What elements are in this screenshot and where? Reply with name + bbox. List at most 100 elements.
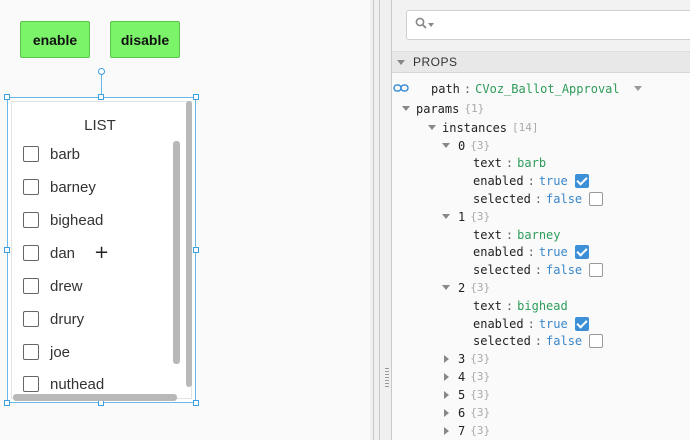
list-item[interactable]: drew — [23, 276, 83, 296]
instance-index: 2 — [458, 280, 466, 295]
list-item[interactable]: barb — [23, 144, 80, 164]
search-dropdown-caret-icon[interactable] — [428, 23, 434, 27]
enable-button[interactable]: enable — [20, 21, 90, 58]
horizontal-scrollbar[interactable] — [13, 394, 177, 401]
prop-selected[interactable]: selected : false — [473, 190, 604, 207]
prop-path[interactable]: path : CVoz_Ballot_Approval — [431, 80, 642, 97]
link-icon[interactable] — [393, 82, 409, 94]
enabled-checkbox[interactable] — [574, 173, 589, 188]
prop-params[interactable]: params {1} — [402, 100, 484, 117]
prop-count: {3} — [470, 281, 491, 294]
vertical-scrollbar-outer[interactable] — [186, 101, 192, 387]
splitter-grip[interactable] — [385, 368, 389, 388]
vertical-scrollbar-inner[interactable] — [173, 141, 180, 364]
instance-node[interactable]: 5 {3} — [444, 386, 490, 403]
instance-node[interactable]: 1 {3} — [442, 208, 490, 225]
prop-enabled[interactable]: enabled : true — [473, 172, 589, 189]
selected-checkbox[interactable] — [589, 333, 604, 348]
prop-key: selected — [473, 191, 531, 206]
list-checkbox[interactable] — [23, 278, 39, 294]
prop-separator: : — [527, 173, 535, 188]
resize-handle-w[interactable] — [4, 247, 10, 253]
instance-node[interactable]: 3 {3} — [444, 350, 490, 367]
instance-node[interactable]: 6 {3} — [444, 404, 490, 421]
list-item-label: barb — [50, 145, 81, 163]
list-checkbox[interactable] — [23, 311, 39, 327]
list-item[interactable]: barney — [23, 177, 96, 197]
chevron-down-icon[interactable] — [397, 59, 405, 65]
prop-value[interactable]: bighead — [517, 299, 568, 313]
chevron-down-icon[interactable] — [402, 106, 410, 111]
chevron-down-icon[interactable] — [442, 143, 450, 148]
prop-text[interactable]: text : bighead — [473, 297, 568, 314]
chevron-down-icon[interactable] — [428, 125, 436, 130]
resize-handle-se[interactable] — [193, 400, 199, 406]
instance-node[interactable]: 4 {3} — [444, 368, 490, 385]
chevron-down-icon[interactable] — [442, 285, 450, 290]
search-icon[interactable] — [415, 17, 427, 33]
prop-count: [14] — [512, 121, 539, 134]
list-item[interactable]: nuthead — [23, 374, 104, 394]
list-checkbox[interactable] — [23, 245, 39, 261]
prop-key: selected — [473, 262, 531, 277]
prop-enabled[interactable]: enabled : true — [473, 243, 589, 260]
enabled-checkbox[interactable] — [574, 244, 589, 259]
resize-handle-ne[interactable] — [193, 94, 199, 100]
section-title: PROPS — [413, 55, 458, 69]
chevron-right-icon[interactable] — [444, 354, 449, 363]
instance-index: 6 — [458, 405, 466, 420]
instance-node[interactable]: 7 {3} — [444, 422, 490, 439]
prop-value: false — [546, 333, 583, 348]
props-section-header[interactable]: PROPS — [392, 52, 690, 73]
prop-instances[interactable]: instances [14] — [428, 119, 539, 136]
prop-value: true — [538, 316, 568, 331]
prop-text[interactable]: text : barb — [473, 154, 546, 171]
prop-value[interactable]: barney — [517, 228, 560, 242]
list-item[interactable]: dan — [23, 243, 75, 263]
instance-node[interactable]: 0 {3} — [442, 137, 490, 154]
prop-separator: : — [505, 227, 514, 242]
resize-handle-e[interactable] — [193, 247, 199, 253]
disable-button[interactable]: disable — [110, 21, 180, 58]
prop-count: {3} — [470, 352, 491, 365]
list-checkbox[interactable] — [23, 179, 39, 195]
rotation-handle[interactable] — [98, 68, 105, 75]
prop-enabled[interactable]: enabled : true — [473, 315, 589, 332]
prop-value[interactable]: barb — [517, 156, 546, 170]
search-input[interactable] — [406, 10, 690, 40]
chevron-down-icon[interactable] — [633, 86, 642, 91]
prop-value: true — [538, 173, 568, 188]
chevron-right-icon[interactable] — [444, 426, 449, 435]
resize-handle-sw[interactable] — [4, 400, 10, 406]
prop-text[interactable]: text : barney — [473, 226, 561, 243]
selected-checkbox[interactable] — [589, 262, 604, 277]
chevron-right-icon[interactable] — [444, 390, 449, 399]
chevron-right-icon[interactable] — [444, 408, 449, 417]
list-item[interactable]: joe — [23, 342, 70, 362]
prop-value[interactable]: CVoz_Ballot_Approval — [475, 82, 620, 96]
prop-key: path — [431, 81, 460, 96]
prop-selected[interactable]: selected : false — [473, 332, 604, 349]
enabled-checkbox[interactable] — [574, 316, 589, 331]
list-checkbox[interactable] — [23, 212, 39, 228]
list-title: LIST — [84, 117, 116, 134]
chevron-down-icon[interactable] — [442, 214, 450, 219]
prop-selected[interactable]: selected : false — [473, 261, 604, 278]
prop-value: false — [546, 262, 583, 277]
list-checkbox[interactable] — [23, 344, 39, 360]
designer-canvas[interactable]: enable disable LIST barb barney bighead … — [0, 0, 370, 440]
prop-value: true — [538, 244, 568, 259]
selected-checkbox[interactable] — [589, 191, 604, 206]
list-item[interactable]: drury — [23, 309, 84, 329]
list-checkbox[interactable] — [23, 376, 39, 392]
resize-handle-n[interactable] — [98, 94, 104, 100]
instance-node[interactable]: 2 {3} — [442, 279, 490, 296]
prop-count: {3} — [470, 406, 491, 419]
prop-key: selected — [473, 333, 531, 348]
resize-handle-nw[interactable] — [4, 94, 10, 100]
chevron-right-icon[interactable] — [444, 372, 449, 381]
list-checkbox[interactable] — [23, 146, 39, 162]
prop-separator: : — [534, 262, 543, 277]
list-item[interactable]: bighead — [23, 210, 103, 230]
prop-count: {3} — [470, 388, 491, 401]
